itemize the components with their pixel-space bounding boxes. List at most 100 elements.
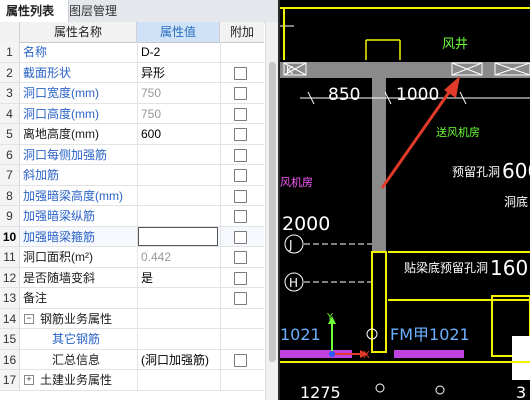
- property-name: 洞口面积(m²): [23, 250, 93, 264]
- ucs-label-y: Y: [326, 312, 334, 323]
- label-fm: FM甲1021: [390, 325, 470, 344]
- header-property-value[interactable]: 属性值: [137, 22, 220, 42]
- grid-mark: [375, 383, 385, 393]
- row-number: 14: [0, 308, 20, 328]
- axis-bubble-j: [284, 234, 304, 254]
- property-row[interactable]: 6 洞口每侧加强筋: [0, 144, 264, 165]
- row-number: 7: [0, 165, 20, 185]
- property-name: 备注: [23, 291, 48, 305]
- axis-label-h: H: [289, 276, 298, 290]
- attach-checkbox[interactable]: [234, 271, 247, 285]
- property-row[interactable]: 15 其它钢筋: [0, 329, 264, 350]
- property-row[interactable]: 12 是否随墙变斜 是: [0, 267, 264, 288]
- attach-checkbox[interactable]: [234, 189, 247, 203]
- property-value[interactable]: 750: [141, 83, 218, 103]
- property-table-body: 1 名称 D-2 2 截面形状 异形 3 洞口宽度(mm) 750 4 洞口高度(mm) 750 5 离地…: [0, 42, 264, 391]
- attach-checkbox[interactable]: [234, 107, 247, 121]
- label-fm-left: 1021: [280, 325, 321, 344]
- property-row[interactable]: 2 截面形状 异形: [0, 62, 264, 83]
- beam-vertical: [372, 62, 386, 252]
- header-property-name[interactable]: 属性名称: [20, 22, 137, 42]
- property-row[interactable]: 8 加强暗梁高度(mm): [0, 185, 264, 206]
- grid-mark: [435, 385, 445, 395]
- label-songfeng: 送风机房: [436, 125, 480, 139]
- property-name: 斜加筋: [23, 168, 60, 182]
- label-bottom-left: 1275: [300, 383, 341, 400]
- property-value-editor[interactable]: [138, 226, 218, 246]
- vertical-scrollbar[interactable]: [265, 22, 278, 400]
- property-value[interactable]: 是: [141, 268, 218, 288]
- cad-drawing: 风井 K 850 1000 送风机房 预留孔洞 60 洞底 风机房 2000 J…: [280, 7, 530, 400]
- tab-layer-management[interactable]: 图层管理: [63, 0, 137, 22]
- label-fengjing: 风井: [442, 37, 468, 52]
- label-mark-k: K: [286, 64, 294, 77]
- property-name: 加强暗梁高度(mm): [23, 188, 123, 203]
- row-number: 8: [0, 185, 20, 205]
- attach-checkbox[interactable]: [234, 169, 247, 182]
- attach-checkbox[interactable]: [234, 128, 247, 141]
- property-row[interactable]: 14− 钢筋业务属性: [0, 308, 264, 329]
- property-name: 是否随墙变斜: [23, 270, 96, 285]
- property-row[interactable]: 3 洞口宽度(mm) 750: [0, 83, 264, 104]
- attach-checkbox[interactable]: [234, 148, 247, 162]
- header-row-number: [0, 22, 20, 42]
- row-number: 16: [0, 349, 20, 369]
- property-name: 加强暗梁纵筋: [23, 209, 96, 223]
- row-number: 12: [0, 267, 20, 287]
- door-right: [394, 350, 464, 358]
- property-row[interactable]: 13 备注: [0, 288, 264, 309]
- axis-label-j: J: [288, 238, 293, 252]
- property-value[interactable]: 750: [141, 104, 218, 124]
- white-block: [512, 336, 530, 380]
- attach-checkbox[interactable]: [234, 251, 247, 264]
- property-row[interactable]: 16 汇总信息 (洞口加强筋): [0, 349, 264, 370]
- row-number: 13: [0, 288, 20, 308]
- attach-checkbox[interactable]: [234, 210, 247, 223]
- panel-tabs: 属性列表 图层管理: [0, 0, 278, 23]
- row-number: 5: [0, 124, 20, 144]
- property-name: 钢筋业务属性: [40, 311, 113, 326]
- row-number: 1: [0, 42, 20, 62]
- label-fengfang: 风机房: [280, 175, 313, 189]
- row-number: 17: [0, 370, 20, 390]
- row-number: 9: [0, 206, 20, 226]
- collapse-icon[interactable]: −: [24, 313, 34, 324]
- property-row[interactable]: 7 斜加筋: [0, 165, 264, 186]
- cad-drawing-canvas[interactable]: 风井 K 850 1000 送风机房 预留孔洞 60 洞底 风机房 2000 J…: [280, 0, 530, 400]
- attach-checkbox[interactable]: [234, 292, 247, 305]
- expand-icon[interactable]: +: [24, 375, 34, 385]
- property-row[interactable]: 1 名称 D-2: [0, 42, 264, 63]
- label-dongdi: 洞底: [504, 194, 528, 209]
- row-number: 6: [0, 144, 20, 164]
- attach-checkbox[interactable]: [234, 66, 247, 80]
- property-row[interactable]: 5 离地高度(mm) 600: [0, 124, 264, 145]
- header-attach[interactable]: 附加: [220, 22, 264, 42]
- property-value[interactable]: 600: [141, 124, 218, 144]
- tab-property-list[interactable]: 属性列表: [0, 0, 69, 22]
- label-yuliu: 预留孔洞: [452, 165, 500, 179]
- scrollbar-thumb[interactable]: [269, 62, 276, 362]
- property-name: 截面形状: [23, 65, 72, 80]
- property-name: 其它钢筋: [52, 332, 101, 346]
- property-row[interactable]: 17 + 土建业务属性: [0, 370, 264, 391]
- ucs-label-x: X: [363, 350, 370, 361]
- property-row[interactable]: 11 洞口面积(m²) 0.442: [0, 247, 264, 268]
- dimension-850: 850: [328, 85, 360, 105]
- property-name: 土建业务属性: [40, 373, 113, 387]
- label-tieliang: 贴梁底预留孔洞: [404, 260, 488, 275]
- property-value[interactable]: (洞口加强筋): [141, 350, 218, 370]
- row-number: 10: [0, 226, 20, 246]
- property-row[interactable]: 4 洞口高度(mm) 750: [0, 103, 264, 124]
- property-value[interactable]: D-2: [141, 42, 218, 62]
- property-name: 加强暗梁箍筋: [23, 229, 96, 244]
- property-row[interactable]: 10 加强暗梁箍筋: [0, 226, 264, 247]
- attach-checkbox[interactable]: [234, 87, 247, 100]
- attach-checkbox[interactable]: [234, 230, 247, 244]
- property-value[interactable]: 0.442: [141, 247, 218, 267]
- property-row[interactable]: 9 加强暗梁纵筋: [0, 206, 264, 227]
- property-name: 洞口每侧加强筋: [23, 147, 108, 162]
- property-value[interactable]: 异形: [141, 63, 218, 83]
- beam-horizontal: [280, 62, 530, 78]
- attach-checkbox[interactable]: [234, 353, 247, 367]
- label-tieliang-num: 160: [490, 256, 528, 280]
